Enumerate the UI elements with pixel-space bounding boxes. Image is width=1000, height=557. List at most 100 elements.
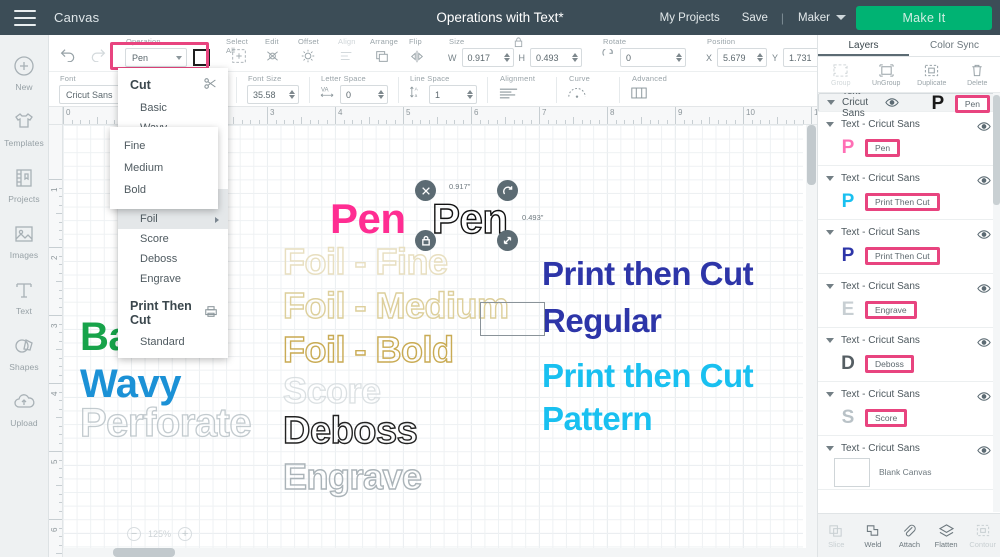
chevron-down-icon[interactable] [826,176,834,181]
offset-icon[interactable] [300,48,316,69]
visibility-toggle-icon[interactable] [977,335,991,347]
flatten-button[interactable]: Flatten [928,514,965,557]
operation-select[interactable]: Pen [125,48,187,67]
canvas-text-object[interactable]: Perforate [79,400,252,446]
layer-operation-badge[interactable]: Engrave [865,301,917,319]
delete-handle[interactable] [415,180,436,201]
slice-button[interactable]: Slice [818,514,855,557]
layers-list[interactable]: Text - Cricut SansPPenText - Cricut Sans… [818,93,1000,512]
rotate-field[interactable]: 0 [620,48,686,67]
flip-icon[interactable] [409,49,425,69]
layer-row[interactable]: Text - Cricut Sans P Pen [818,112,1000,166]
submenu-item-bold[interactable]: Bold [110,179,218,201]
layer-row[interactable]: Text - Cricut Sans S Score [818,382,1000,436]
sidebar-item-upload[interactable]: Upload [0,380,49,436]
sidebar-item-templates[interactable]: Templates [0,100,49,156]
visibility-toggle-icon[interactable] [977,281,991,293]
scrollbar-thumb[interactable] [113,548,175,557]
layer-operation-badge[interactable]: Pen [954,94,990,113]
canvas-vertical-scrollbar[interactable] [806,125,817,557]
blank-canvas-swatch[interactable] [834,457,870,487]
canvas-text-object[interactable]: Print then Cut [542,357,754,395]
layer-operation-badge[interactable]: Print Then Cut [865,247,940,265]
font-size-stepper[interactable] [289,90,295,99]
menu-item-basic[interactable]: Basic [118,98,228,118]
scrollbar-thumb[interactable] [993,95,1000,205]
line-space-field[interactable]: 1 [429,85,477,104]
visibility-toggle-icon[interactable] [977,443,991,455]
duplicate-button[interactable]: Duplicate [909,57,955,92]
layer-operation-badge[interactable]: Deboss [865,355,914,373]
sidebar-item-new[interactable]: New [0,44,49,100]
contour-button[interactable]: Contour [964,514,1000,557]
canvas-text-object[interactable]: Pen [330,195,406,243]
canvas-horizontal-scrollbar[interactable] [63,548,806,557]
chevron-down-icon[interactable] [826,392,834,397]
make-it-button[interactable]: Make It [856,5,992,30]
canvas-text-object[interactable]: Score [282,369,381,412]
operation-dropdown-menu[interactable]: Cut Basic Wavy Perforate Draw Pen Foil S… [118,68,228,358]
layer-row-blank-canvas[interactable]: Text - Cricut Sans Blank Canvas [818,436,1000,490]
save-button[interactable]: Save [731,12,779,24]
canvas-text-object[interactable]: Deboss [282,409,418,453]
chevron-down-icon[interactable] [826,446,834,451]
submenu-item-medium[interactable]: Medium [110,157,218,179]
canvas-text-object[interactable]: Foil - Bold [282,328,454,371]
chevron-down-icon[interactable] [826,284,834,289]
menu-item-foil[interactable]: Foil [118,209,228,229]
ungroup-button[interactable]: UnGroup [864,57,910,92]
canvas-text-object[interactable]: Pen [431,194,508,243]
operation-color-swatch[interactable] [193,49,210,66]
chevron-down-icon[interactable] [827,99,835,105]
visibility-toggle-icon[interactable] [977,389,991,401]
canvas-text-object[interactable]: Engrave [282,455,422,498]
letter-space-field[interactable]: 0 [340,85,388,104]
canvas-text-object[interactable]: Print then Cut [542,255,754,293]
edit-icon[interactable] [264,48,281,69]
machine-selector[interactable]: Maker [786,12,846,24]
lock-icon[interactable] [513,35,524,53]
layers-scrollbar[interactable] [993,93,1000,512]
rotate-handle[interactable] [497,180,518,201]
layer-operation-badge[interactable]: Pen [865,139,901,157]
menu-item-deboss[interactable]: Deboss [118,249,228,269]
sidebar-item-projects[interactable]: Projects [0,156,49,212]
attach-button[interactable]: Attach [891,514,928,557]
height-field[interactable]: 0.493 [530,48,582,67]
font-size-field[interactable]: 35.58 [247,85,299,104]
layer-operation-badge[interactable]: Print Then Cut [865,193,940,211]
advanced-icon[interactable] [630,86,648,105]
visibility-toggle-icon[interactable] [977,119,991,131]
rotate-stepper[interactable] [676,53,682,62]
menu-item-standard[interactable]: Standard [118,332,228,352]
height-stepper[interactable] [572,53,578,62]
redo-icon[interactable] [88,46,107,67]
chevron-down-icon[interactable] [826,122,834,127]
canvas-label[interactable]: Canvas [54,10,99,25]
weld-button[interactable]: Weld [855,514,892,557]
zoom-in-button[interactable]: + [178,527,193,541]
layer-row[interactable]: Text - Cricut Sans D Deboss [818,328,1000,382]
chevron-down-icon[interactable] [826,338,834,343]
submenu-item-fine[interactable]: Fine [110,135,218,157]
canvas-text-object[interactable]: Foil - Medium [282,284,509,327]
letter-space-stepper[interactable] [378,90,384,99]
zoom-out-button[interactable]: − [127,527,141,541]
my-projects-button[interactable]: My Projects [649,12,731,24]
canvas-text-object[interactable]: Pattern [542,400,653,438]
chevron-down-icon[interactable] [826,230,834,235]
canvas-text-object[interactable]: Regular [542,302,662,340]
width-field[interactable]: 0.917 [461,48,514,67]
delete-button[interactable]: Delete [955,57,1000,92]
resize-handle[interactable] [497,230,518,251]
layer-row[interactable]: Text - Cricut Sans E Engrave [818,274,1000,328]
scrollbar-thumb[interactable] [807,125,816,185]
arrange-icon[interactable] [374,49,390,69]
layer-row[interactable]: Text - Cricut Sans P Pen [818,93,1000,119]
layer-operation-badge[interactable]: Score [865,409,908,427]
lock-handle[interactable] [415,230,436,251]
visibility-toggle-icon[interactable] [977,173,991,185]
sidebar-item-shapes[interactable]: Shapes [0,324,49,380]
pos-x-field[interactable]: 5.679 [717,48,768,67]
layer-row[interactable]: Text - Cricut Sans P Print Then Cut [818,220,1000,274]
